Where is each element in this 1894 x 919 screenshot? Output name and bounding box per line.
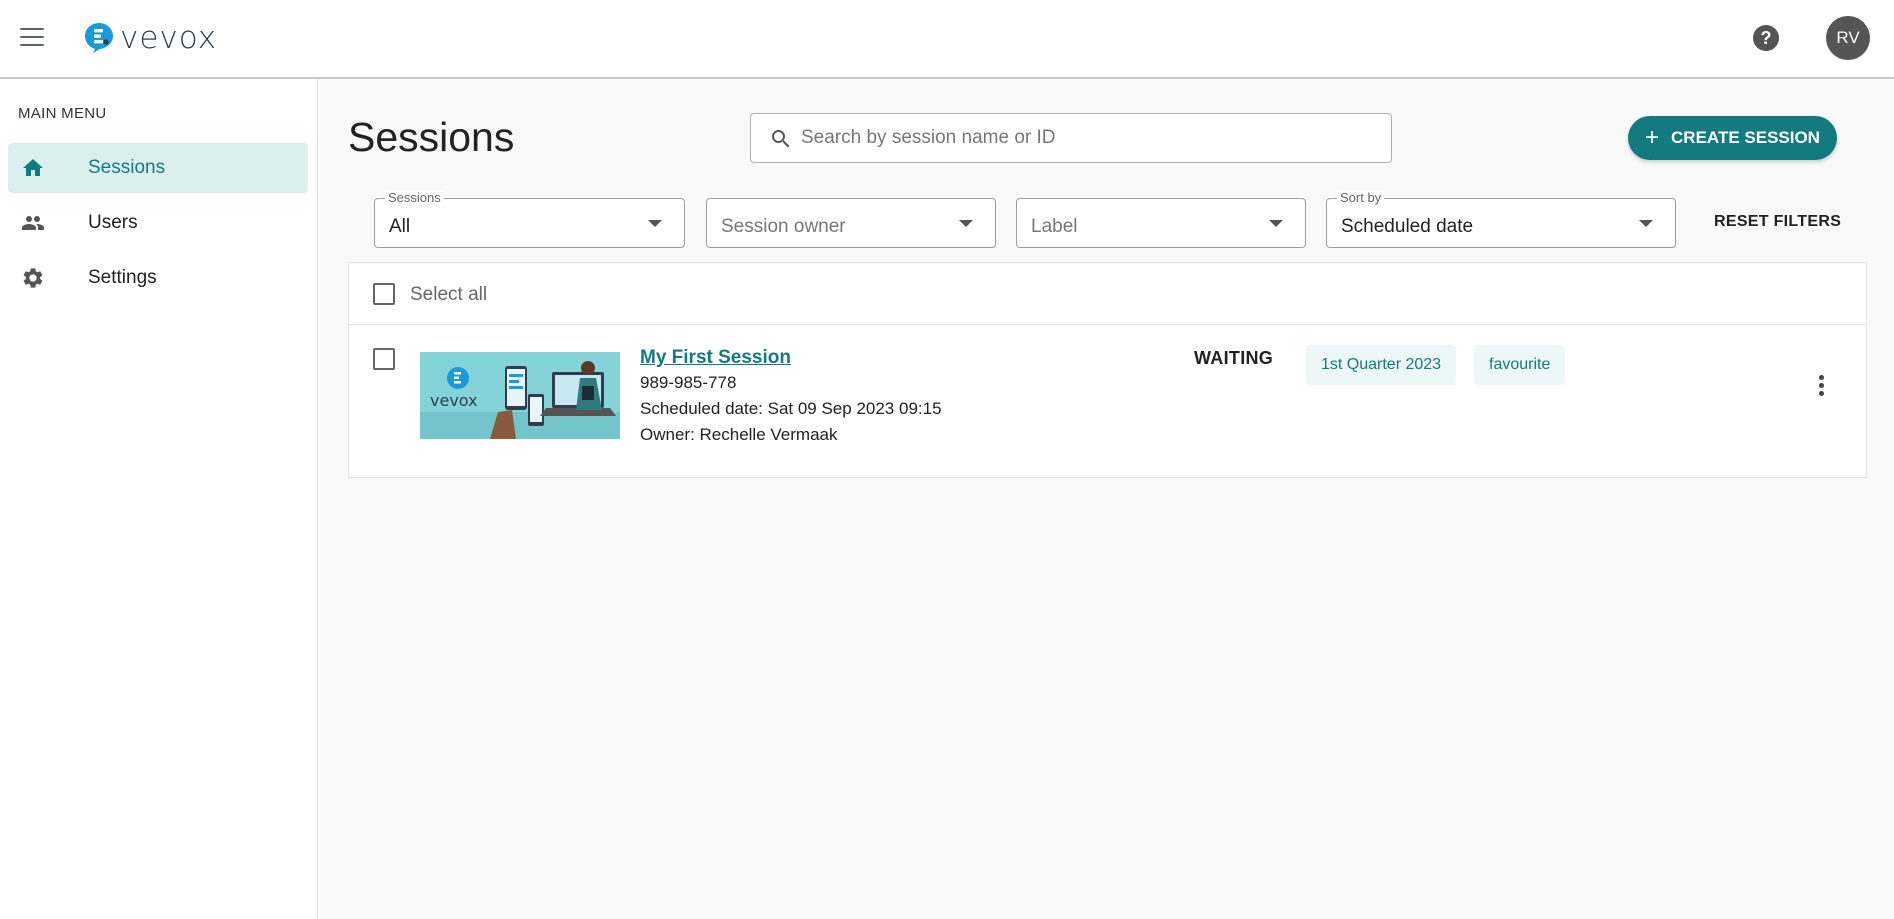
vevox-logo-icon xyxy=(85,23,113,53)
sort-by-select[interactable]: Sort by Scheduled date xyxy=(1326,190,1676,248)
search-box[interactable] xyxy=(750,113,1392,163)
caret-down-icon xyxy=(1269,220,1283,227)
session-owner-select[interactable]: Session owner xyxy=(706,198,996,248)
caret-down-icon xyxy=(648,220,662,227)
top-bar: vevox ? RV xyxy=(0,0,1894,79)
session-row: vevox My First Session 989-985-778 Sched… xyxy=(348,325,1867,478)
sidebar: MAIN MENU Sessions Users Settings xyxy=(0,79,318,919)
home-icon xyxy=(23,159,43,176)
tag-1st-quarter-2023[interactable]: 1st Quarter 2023 xyxy=(1306,345,1457,385)
sidebar-item-settings[interactable]: Settings xyxy=(8,253,308,303)
reset-filters-button[interactable]: RESET FILTERS xyxy=(1714,213,1841,231)
session-checkbox[interactable] xyxy=(373,348,395,370)
page-title: Sessions xyxy=(348,114,515,160)
select-all-checkbox[interactable] xyxy=(373,283,395,305)
sessions-filter-select[interactable]: Sessions All xyxy=(374,190,685,248)
search-input[interactable] xyxy=(801,115,1381,161)
help-icon[interactable]: ? xyxy=(1753,25,1779,51)
sessions-filter-value: All xyxy=(389,216,411,237)
sidebar-item-label: Settings xyxy=(88,267,157,288)
tag-favourite[interactable]: favourite xyxy=(1474,345,1566,385)
sidebar-item-label: Users xyxy=(88,212,138,233)
sidebar-item-label: Sessions xyxy=(88,157,166,178)
caret-down-icon xyxy=(959,220,973,227)
session-scheduled-date: Scheduled date: Sat 09 Sep 2023 09:15 xyxy=(640,399,942,418)
vevox-logo[interactable]: vevox xyxy=(84,20,217,56)
sort-by-value: Scheduled date xyxy=(1341,216,1474,237)
user-avatar[interactable]: RV xyxy=(1826,16,1870,60)
session-id: 989-985-778 xyxy=(640,373,737,392)
menu-icon[interactable] xyxy=(20,28,44,48)
users-icon xyxy=(22,216,44,230)
more-options-icon[interactable] xyxy=(1813,375,1829,401)
session-owner: Owner: Rechelle Vermaak xyxy=(640,425,838,444)
search-icon xyxy=(772,130,790,148)
caret-down-icon xyxy=(1639,220,1653,227)
gear-icon xyxy=(23,268,43,288)
sidebar-item-sessions[interactable]: Sessions xyxy=(8,143,308,193)
session-owner-placeholder: Session owner xyxy=(721,216,846,237)
session-status: WAITING xyxy=(1194,348,1274,368)
select-all-label: Select all xyxy=(410,284,488,305)
sidebar-heading: MAIN MENU xyxy=(18,105,107,122)
thumbnail-logo-text: vevox xyxy=(430,391,478,410)
label-select[interactable]: Label xyxy=(1016,198,1306,248)
create-session-label: CREATE SESSION xyxy=(1671,128,1820,147)
create-session-button[interactable]: + CREATE SESSION xyxy=(1628,116,1837,160)
label-placeholder: Label xyxy=(1031,216,1078,237)
logo-text: vevox xyxy=(120,20,218,56)
session-thumbnail[interactable]: vevox xyxy=(420,352,620,439)
sort-by-label: Sort by xyxy=(1337,190,1385,205)
select-all-bar: Select all xyxy=(348,262,1867,325)
sessions-filter-label: Sessions xyxy=(385,190,444,205)
session-thumbnail-image: vevox xyxy=(420,352,620,439)
session-title-link[interactable]: My First Session xyxy=(640,347,791,369)
plus-icon: + xyxy=(1645,124,1660,151)
sidebar-item-users[interactable]: Users xyxy=(8,198,308,248)
